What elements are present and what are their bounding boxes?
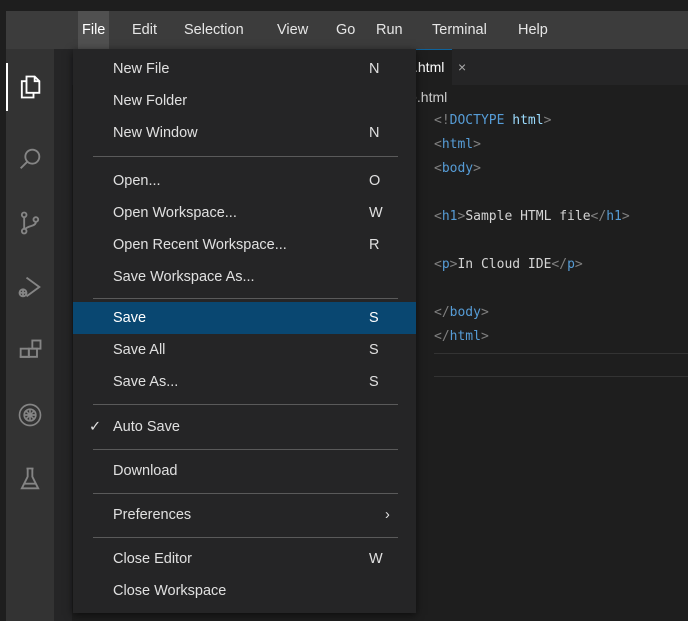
- menu-item-new-file[interactable]: New File N: [73, 53, 416, 85]
- menu-item-new-window[interactable]: New Window N: [73, 117, 416, 149]
- source-control-icon[interactable]: [6, 199, 54, 247]
- code-line-3: <body>: [434, 161, 481, 176]
- menu-separator: [93, 156, 398, 157]
- menu-item-open-recent-workspace[interactable]: Open Recent Workspace... R: [73, 229, 416, 261]
- menu-run[interactable]: Run: [372, 11, 407, 49]
- search-icon[interactable]: [6, 135, 54, 183]
- menu-item-preferences[interactable]: Preferences ›: [73, 499, 416, 531]
- checkmark-icon: ✓: [89, 419, 102, 435]
- code-line-2: <html>: [434, 137, 481, 152]
- extensions-icon[interactable]: [6, 327, 54, 375]
- code-line-1: <!DOCTYPE html>: [434, 113, 552, 128]
- menu-separator: [93, 449, 398, 450]
- menu-item-download[interactable]: Download: [73, 455, 416, 487]
- menu-separator: [93, 404, 398, 405]
- editor-tab-label[interactable]: .html: [414, 49, 444, 85]
- sidebar-edge: [54, 49, 72, 621]
- menu-item-save[interactable]: Save S: [73, 302, 416, 334]
- explorer-icon[interactable]: [6, 63, 54, 111]
- menu-item-open[interactable]: Open... O: [73, 165, 416, 197]
- menu-separator: [93, 537, 398, 538]
- menu-terminal[interactable]: Terminal: [428, 11, 491, 49]
- activity-bar: [6, 49, 54, 621]
- current-line-highlight: [434, 353, 688, 377]
- code-line-10: </html>: [434, 329, 489, 344]
- menu-item-close-workspace[interactable]: Close Workspace: [73, 575, 416, 607]
- kubernetes-icon[interactable]: [6, 391, 54, 439]
- menu-item-close-editor[interactable]: Close Editor W: [73, 543, 416, 575]
- menu-selection[interactable]: Selection: [180, 11, 248, 49]
- menu-item-new-folder[interactable]: New Folder: [73, 85, 416, 117]
- ide-window: File Edit Selection View Go Run Terminal…: [6, 11, 688, 621]
- menu-bar: File Edit Selection View Go Run Terminal…: [6, 11, 688, 49]
- menu-item-open-workspace[interactable]: Open Workspace... W: [73, 197, 416, 229]
- menu-item-auto-save[interactable]: ✓ Auto Save: [73, 411, 416, 443]
- menu-go[interactable]: Go: [332, 11, 359, 49]
- code-line-5: <h1>Sample HTML file</h1>: [434, 209, 630, 224]
- menu-view[interactable]: View: [273, 11, 312, 49]
- tab-close-icon[interactable]: ×: [458, 49, 466, 85]
- chevron-right-icon: ›: [385, 507, 390, 523]
- testing-flask-icon[interactable]: [6, 455, 54, 503]
- menu-item-save-workspace-as[interactable]: Save Workspace As...: [73, 261, 416, 293]
- code-line-9: </body>: [434, 305, 489, 320]
- menu-help[interactable]: Help: [514, 11, 552, 49]
- file-menu-dropdown: New File N New Folder New Window N Open...…: [73, 49, 416, 613]
- code-line-7: <p>In Cloud IDE</p>: [434, 257, 583, 272]
- menu-edit[interactable]: Edit: [128, 11, 161, 49]
- menu-item-save-all[interactable]: Save All S: [73, 334, 416, 366]
- menu-separator: [93, 493, 398, 494]
- menu-file[interactable]: File: [78, 11, 110, 49]
- menu-separator: [93, 298, 398, 299]
- run-debug-icon[interactable]: [6, 263, 54, 311]
- menu-item-save-as[interactable]: Save As... S: [73, 366, 416, 398]
